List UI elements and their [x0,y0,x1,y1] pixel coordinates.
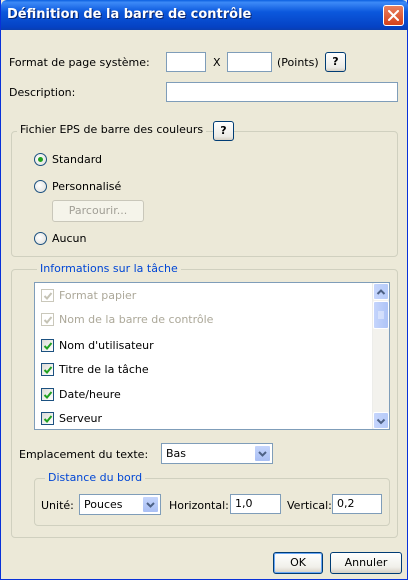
page-height-input[interactable] [227,52,272,72]
vertical-label: Vertical: [287,499,332,512]
close-button[interactable] [383,5,404,26]
eps-help-button[interactable]: ? [213,121,234,141]
description-label: Description: [9,86,76,99]
radio-custom-label: Personnalisé [52,180,122,193]
checkbox-label: Titre de la tâche [59,363,149,376]
checkbox-nom-utilisateur[interactable] [41,339,54,352]
grip-icon [378,311,384,319]
page-format-label: Format de page système: [9,56,150,69]
task-info-list[interactable]: Format papier Nom de la barre de contrôl… [34,282,390,430]
text-position-label: Emplacement du texte: [19,448,149,461]
text-position-value: Bas [166,447,187,460]
page-format-help-button[interactable]: ? [325,52,346,72]
cancel-button[interactable]: Annuler [330,552,402,574]
check-icon [43,316,53,324]
checkbox-label: Nom de la barre de contrôle [59,313,214,326]
checkbox-label: Format papier [59,289,137,302]
radio-standard-label: Standard [52,153,103,166]
text-position-dropdown-button[interactable] [254,445,271,462]
chevron-down-icon [258,451,267,457]
checkbox-label: Serveur [59,412,103,425]
scroll-up-button[interactable] [373,283,389,300]
check-icon [43,391,53,399]
chevron-down-icon [146,502,155,508]
task-group-legend: Informations sur la tâche [37,262,181,275]
page-unit-label: (Points) [277,56,319,69]
checkbox-date-heure[interactable] [41,388,54,401]
dialog-window: Définition de la barre de contrôle Forma… [0,0,408,580]
chevron-down-icon [376,418,386,425]
radio-none-label: Aucun [52,232,87,245]
list-scrollbar[interactable] [372,283,389,429]
size-separator: X [213,56,221,69]
edge-group-legend: Distance du bord [45,471,146,484]
checkbox-titre-tache[interactable] [41,363,54,376]
check-icon [43,342,53,350]
close-icon [388,10,399,21]
check-icon [43,292,53,300]
ok-button[interactable]: OK [273,552,323,574]
radio-standard-indicator[interactable] [34,153,47,166]
check-icon [43,366,53,374]
checkbox-nom-barre[interactable] [41,313,54,326]
eps-group-legend: Fichier EPS de barre des couleurs [17,123,207,136]
unit-value: Pouces [84,498,123,511]
page-width-input[interactable] [166,52,206,72]
checkbox-format-papier[interactable] [41,289,54,302]
horizontal-input[interactable]: 1,0 [230,494,281,514]
checkbox-label: Date/heure [59,388,121,401]
text-position-select[interactable]: Bas [161,443,273,464]
checkbox-label: Nom d'utilisateur [59,339,154,352]
browse-button[interactable]: Parcourir... [52,200,144,222]
checkbox-serveur[interactable] [41,412,54,425]
vertical-input[interactable]: 0,2 [332,494,382,514]
window-title: Définition de la barre de contrôle [7,7,252,22]
chevron-up-icon [376,289,386,295]
scroll-thumb[interactable] [373,301,389,329]
unit-dropdown-button[interactable] [142,496,159,513]
radio-custom-indicator[interactable] [34,180,47,193]
scroll-down-button[interactable] [373,412,389,429]
horizontal-label: Horizontal: [169,499,229,512]
title-bar[interactable]: Définition de la barre de contrôle [1,0,408,30]
radio-none-indicator[interactable] [34,232,47,245]
unit-select[interactable]: Pouces [79,494,161,515]
unit-label: Unité: [41,499,74,512]
description-input[interactable] [166,82,398,102]
check-icon [43,415,53,423]
